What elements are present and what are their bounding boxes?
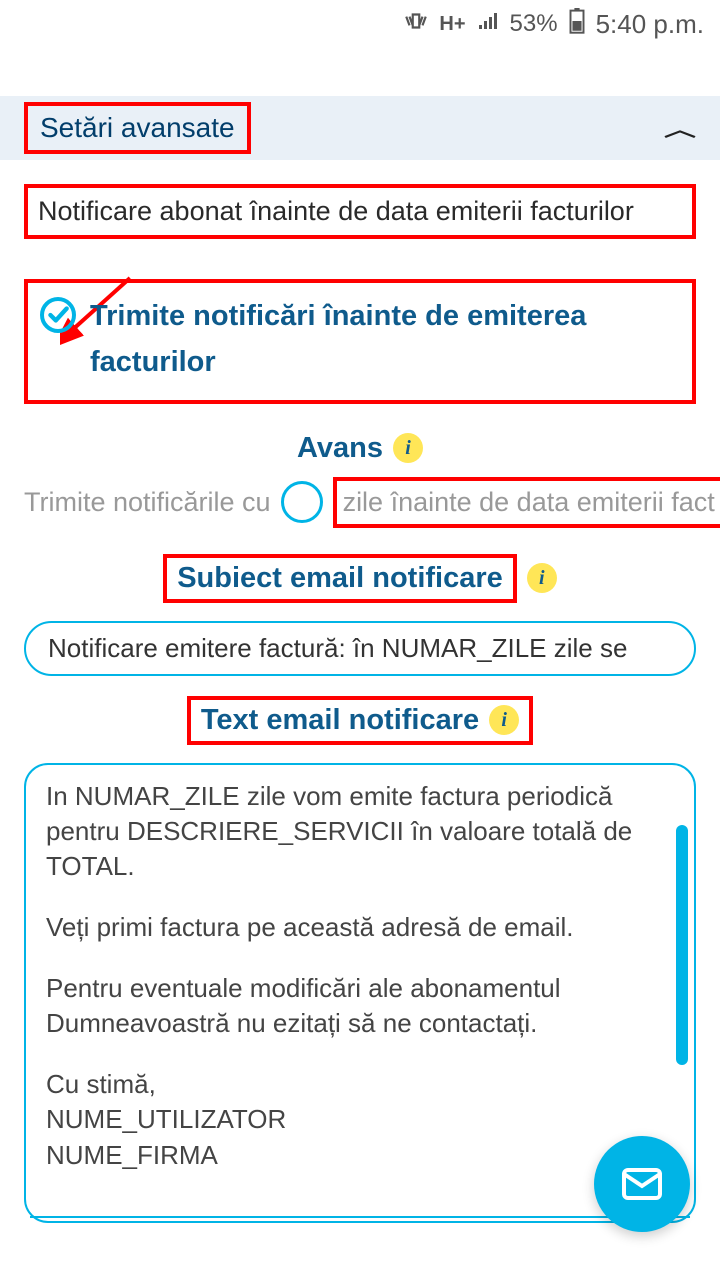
email-subject-label-row: Subiect email notificare i: [163, 554, 557, 603]
advance-right-text: zile înainte de data emiterii fact: [333, 477, 720, 528]
email-subject-label: Subiect email notificare: [163, 554, 517, 603]
chevron-up-icon: ︿: [664, 114, 696, 142]
advance-label-row: Avans i: [297, 432, 423, 465]
scrollbar-thumb[interactable]: [676, 825, 688, 1065]
email-text-textarea[interactable]: In NUMAR_ZILE zile vom emite factura per…: [24, 763, 696, 1223]
advance-label: Avans: [297, 432, 383, 465]
battery-percent: 53%: [510, 10, 558, 38]
accordion-header[interactable]: Setări avansate ︿: [0, 96, 720, 160]
clock: 5:40 p.m.: [596, 9, 704, 40]
accordion-title: Setări avansate: [24, 102, 251, 154]
vibrate-icon: [403, 8, 429, 40]
signal-icon: [476, 9, 500, 39]
info-icon[interactable]: i: [527, 563, 557, 593]
info-icon[interactable]: i: [489, 705, 519, 735]
info-icon[interactable]: i: [393, 433, 423, 463]
battery-icon: [568, 8, 586, 40]
mail-icon: [618, 1160, 666, 1208]
send-notifications-checkbox-row: Trimite notificări înainte de emiterea f…: [24, 279, 696, 404]
network-type: H+: [439, 13, 465, 36]
email-text-label-row: Text email notificare i: [187, 696, 533, 745]
checkbox-checked-icon[interactable]: [40, 297, 76, 333]
divider: [30, 1216, 690, 1218]
advance-left-text: Trimite notificările cu: [24, 487, 271, 518]
section-heading: Notificare abonat înainte de data emiter…: [38, 196, 682, 227]
email-subject-input[interactable]: Notificare emitere factură: în NUMAR_ZIL…: [24, 621, 696, 676]
status-bar: H+ 53% 5:40 p.m.: [0, 0, 720, 48]
checkbox-label: Trimite notificări înainte de emiterea f…: [90, 293, 680, 386]
compose-fab[interactable]: [594, 1136, 690, 1232]
section-heading-box: Notificare abonat înainte de data emiter…: [24, 184, 696, 239]
email-text-label: Text email notificare: [201, 704, 479, 737]
days-input[interactable]: [281, 481, 323, 523]
